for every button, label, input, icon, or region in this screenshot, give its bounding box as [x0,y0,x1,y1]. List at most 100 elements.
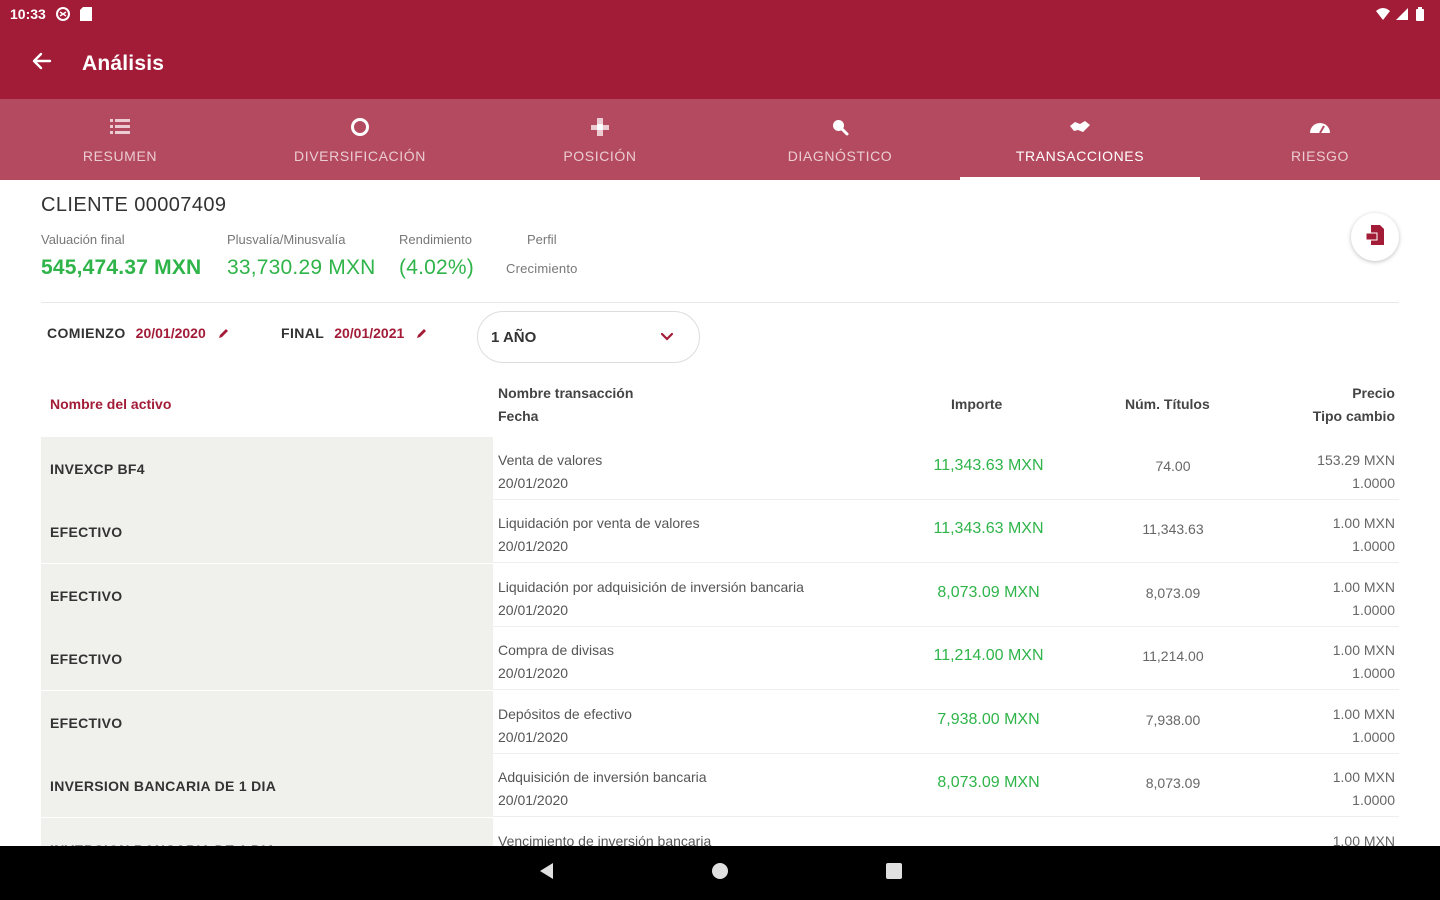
wifi-icon [1376,7,1390,21]
titles-cell: 7,938.00 [1145,712,1201,728]
tab-label: POSICIÓN [563,147,637,164]
txn-name: Vencimiento de inversión bancaria [498,833,712,846]
amount-cell: 11,214.00 MXN [933,647,1044,664]
txn-cell: Venta de valores 20/01/2020 [498,449,602,495]
asset-cell: EFECTIVO [41,691,493,754]
download-pdf-button[interactable] [1351,213,1399,261]
status-bar: 10:33 [0,0,1440,28]
tab-label: DIAGNÓSTICO [787,147,893,164]
arrow-back-icon [30,50,52,77]
price-value: 1.00 MXN [1332,769,1395,785]
tab-label: RIESGO [1290,147,1350,164]
header-fx[interactable]: Tipo cambio [1313,405,1395,428]
txn-date: 20/01/2020 [498,475,569,491]
txn-cell: Liquidación por venta de valores 20/01/2… [498,512,700,558]
price-cell: 153.29 MXN 1.0000 [1317,449,1395,495]
table-row[interactable]: EFECTIVO Liquidación por venta de valore… [41,500,1399,563]
tab-label: RESUMEN [82,147,158,164]
table-row[interactable]: INVERSION BANCARIA DE 1 DIA Vencimiento … [41,818,1399,846]
header-amount[interactable]: Importe [951,393,1002,416]
metric-valuation: Valuación final 545,474.37 MXN [41,232,201,280]
list-icon [109,116,131,138]
table-row[interactable]: EFECTIVO Liquidación por adquisición de … [41,564,1399,627]
tab-bar: RESUMEN DIVERSIFICACIÓN POSICIÓN DIAGNÓS… [0,99,1440,180]
txn-cell: Vencimiento de inversión bancaria [498,830,711,846]
titles-cell: 8,073.09 [1145,585,1201,601]
metric-label: Rendimiento [399,232,472,247]
end-date-label: FINAL [281,325,325,341]
tab-diversificacion[interactable]: DIVERSIFICACIÓN [240,99,480,180]
fx-value: 1.0000 [1352,792,1395,808]
price-value: 1.00 MXN [1332,579,1395,595]
header-titles[interactable]: Núm. Títulos [1125,393,1210,416]
asset-cell: INVERSION BANCARIA DE 1 DIA [41,754,493,817]
tab-posicion[interactable]: POSICIÓN [480,99,720,180]
start-date: COMIENZO 20/01/2020 [47,325,232,341]
tab-resumen[interactable]: RESUMEN [0,99,240,180]
nav-recents-button[interactable] [882,861,906,885]
tab-label: TRANSACCIONES [1015,147,1145,164]
amount-cell: 11,343.63 MXN [933,520,1044,537]
table-row[interactable]: EFECTIVO Depósitos de efectivo 20/01/202… [41,691,1399,754]
tab-transacciones[interactable]: TRANSACCIONES [960,99,1200,180]
asset-cell: INVEXCP BF4 [41,437,493,500]
price-cell: 1.00 MXN 1.0000 [1333,639,1395,685]
price-value: 1.00 MXN [1332,515,1395,531]
header-asset[interactable]: Nombre del activo [50,393,171,416]
status-time: 10:33 [10,6,46,22]
metric-yield: Rendimiento (4.02%) [399,232,474,280]
sync-icon [55,7,70,21]
back-button[interactable] [0,28,82,99]
table-row[interactable]: INVEXCP BF4 Venta de valores 20/01/2020 … [41,437,1399,500]
header-txn-name[interactable]: Nombre transacción [498,382,633,405]
header-price[interactable]: Precio [1352,382,1395,405]
fx-value: 1.0000 [1352,475,1395,491]
period-value: 1 AÑO [491,328,537,346]
period-select[interactable]: 1 AÑO [477,311,700,363]
txn-date: 20/01/2020 [498,602,569,618]
position-icon [589,116,611,138]
client-title: CLIENTE 00007409 [41,194,227,216]
system-nav-bar [0,846,1440,900]
page-title: Análisis [82,51,165,75]
metric-label: Perfil [526,232,557,247]
nav-back-button[interactable] [534,861,558,885]
donut-icon [349,116,371,138]
price-cell: 1.00 MXN 1.0000 [1333,766,1395,812]
transactions-panel: CLIENTE 00007409 Valuación final 545,474… [0,180,1440,846]
txn-name: Liquidación por adquisición de inversión… [498,579,804,595]
metric-value: (4.02%) [399,256,474,279]
divider [41,302,1399,303]
tab-riesgo[interactable]: RIESGO [1200,99,1440,180]
price-cell: 1.00 MXN 1.0000 [1333,512,1395,558]
txn-date: 20/01/2020 [498,665,569,681]
price-value: 1.00 MXN [1332,706,1395,722]
txn-name: Depósitos de efectivo [498,706,632,722]
chevron-down-icon [660,328,674,346]
metric-gain: Plusvalía/Minusvalía 33,730.29 MXN [227,232,376,280]
txn-name: Adquisición de inversión bancaria [498,769,707,785]
table-row[interactable]: INVERSION BANCARIA DE 1 DIA Adquisición … [41,754,1399,817]
asset-cell: INVERSION BANCARIA DE 1 DIA [41,818,493,846]
end-date-value[interactable]: 20/01/2021 [334,325,404,341]
pencil-icon[interactable] [416,326,430,340]
nav-home-button[interactable] [708,861,732,885]
txn-name: Liquidación por venta de valores [498,515,700,531]
metric-profile: Perfil Crecimiento [506,232,578,276]
header-txn-date[interactable]: Fecha [498,405,538,428]
txn-cell: Adquisición de inversión bancaria 20/01/… [498,766,707,812]
start-date-value[interactable]: 20/01/2020 [136,325,206,341]
txn-cell: Depósitos de efectivo 20/01/2020 [498,703,632,749]
tab-label: DIVERSIFICACIÓN [294,147,426,164]
metric-value: 545,474.37 MXN [41,256,202,279]
battery-icon [1416,7,1430,21]
square-recents-icon [885,862,903,885]
asset-cell: EFECTIVO [41,564,493,627]
pencil-icon[interactable] [218,326,232,340]
tab-diagnostico[interactable]: DIAGNÓSTICO [720,99,960,180]
table-row[interactable]: EFECTIVO Compra de divisas 20/01/2020 11… [41,627,1399,690]
price-cell: 1.00 MXN 1.0000 [1333,576,1395,622]
start-date-label: COMIENZO [47,325,126,341]
fx-value: 1.0000 [1352,729,1395,745]
txn-date: 20/01/2020 [498,729,569,745]
